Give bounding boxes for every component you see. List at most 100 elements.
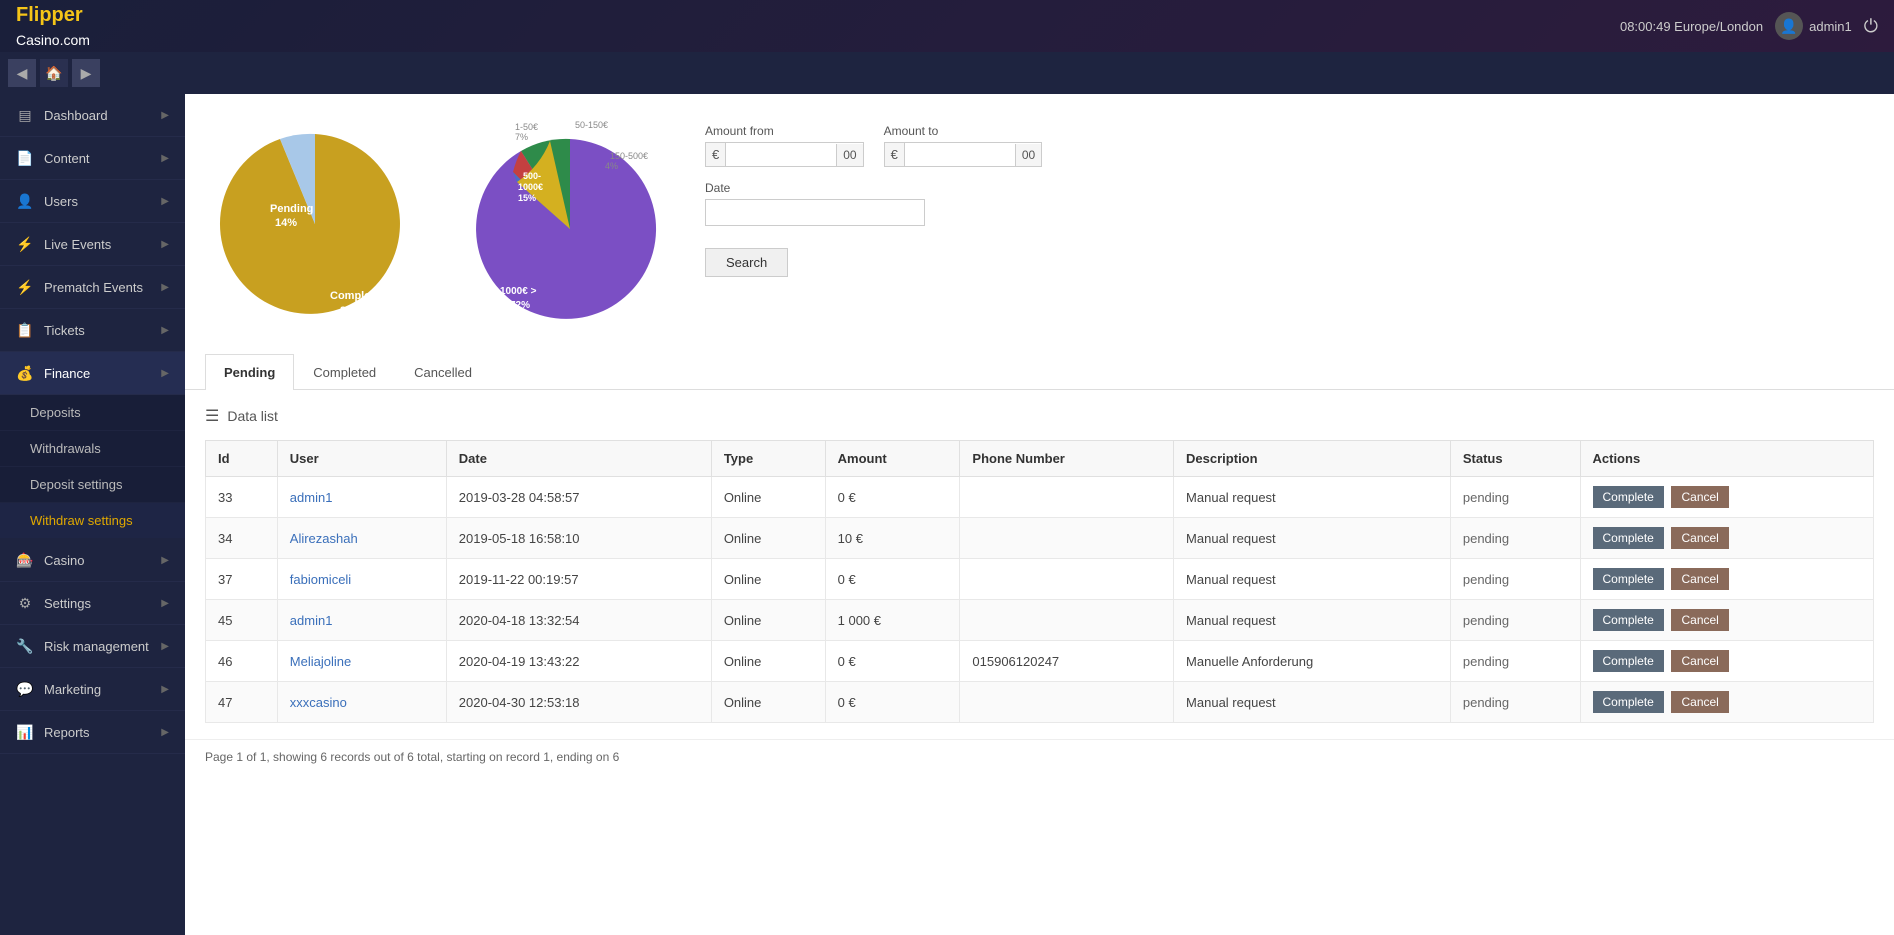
sidebar-item-dashboard[interactable]: ▤ Dashboard ▶ <box>0 94 185 137</box>
cell-date: 2020-04-18 13:32:54 <box>446 600 711 641</box>
logo-text: Flipper Casino.com <box>16 2 90 50</box>
logout-icon[interactable]: ⏻ <box>1864 16 1878 37</box>
cell-status: pending <box>1450 641 1580 682</box>
cancel-button[interactable]: Cancel <box>1671 691 1728 713</box>
col-header-status: Status <box>1450 441 1580 477</box>
amount-from-input[interactable] <box>726 143 836 166</box>
sidebar-item-reports[interactable]: 📊 Reports ▶ <box>0 711 185 754</box>
complete-button[interactable]: Complete <box>1593 650 1664 672</box>
cell-amount: 0 € <box>825 559 960 600</box>
amount-to-input[interactable] <box>905 143 1015 166</box>
live-events-icon: ⚡ <box>16 235 34 253</box>
sidebar-label-content: Content <box>44 151 90 166</box>
table-row: 37 fabiomiceli 2019-11-22 00:19:57 Onlin… <box>206 559 1874 600</box>
pagination-bar: Page 1 of 1, showing 6 records out of 6 … <box>185 739 1894 774</box>
sidebar-item-prematch-events[interactable]: ⚡ Prematch Events ▶ <box>0 266 185 309</box>
cell-user: Meliajoline <box>277 641 446 682</box>
svg-text:86%: 86% <box>340 305 362 317</box>
cancel-button[interactable]: Cancel <box>1671 527 1728 549</box>
col-header-description: Description <box>1174 441 1451 477</box>
tab-pending[interactable]: Pending <box>205 354 294 390</box>
nav-collapse-button[interactable]: ◀ <box>8 59 36 87</box>
col-header-type: Type <box>711 441 825 477</box>
users-arrow-icon: ▶ <box>161 196 169 207</box>
cell-amount: 0 € <box>825 477 960 518</box>
nav-home-button[interactable]: 🏠 <box>40 59 68 87</box>
cell-actions: Complete Cancel <box>1580 518 1874 559</box>
cell-id: 47 <box>206 682 278 723</box>
svg-text:1-50€: 1-50€ <box>515 122 538 132</box>
sidebar-item-content[interactable]: 📄 Content ▶ <box>0 137 185 180</box>
complete-button[interactable]: Complete <box>1593 568 1664 590</box>
sidebar-label-casino: Casino <box>44 553 84 568</box>
sidebar-item-finance[interactable]: 💰 Finance ▶ <box>0 352 185 395</box>
sidebar-item-live-events[interactable]: ⚡ Live Events ▶ <box>0 223 185 266</box>
complete-button[interactable]: Complete <box>1593 527 1664 549</box>
search-button[interactable]: Search <box>705 248 788 277</box>
cell-user: admin1 <box>277 477 446 518</box>
filter-form: Amount from € 00 Amount to € <box>705 114 1864 277</box>
amount-from-label: Amount from <box>705 124 864 138</box>
sidebar-submenu-withdrawals[interactable]: Withdrawals <box>0 431 185 467</box>
finance-icon: 💰 <box>16 364 34 382</box>
cancel-button[interactable]: Cancel <box>1671 650 1728 672</box>
cell-description: Manual request <box>1174 559 1451 600</box>
user-link[interactable]: fabiomiceli <box>290 572 351 587</box>
charts-filter-area: Pending 14% Completed 86% <box>185 94 1894 354</box>
submenu-label-deposit-settings: Deposit settings <box>30 477 123 492</box>
content-arrow-icon: ▶ <box>161 153 169 164</box>
sidebar-label-finance: Finance <box>44 366 90 381</box>
cell-phone <box>960 559 1174 600</box>
sidebar-item-tickets[interactable]: 📋 Tickets ▶ <box>0 309 185 352</box>
cell-phone <box>960 600 1174 641</box>
cancel-button[interactable]: Cancel <box>1671 568 1728 590</box>
sidebar-label-live-events: Live Events <box>44 237 111 252</box>
cell-type: Online <box>711 559 825 600</box>
finance-arrow-icon: ▶ <box>161 368 169 379</box>
tab-completed[interactable]: Completed <box>294 354 395 390</box>
user-link[interactable]: Alirezashah <box>290 531 358 546</box>
sidebar-item-marketing[interactable]: 💬 Marketing ▶ <box>0 668 185 711</box>
dashboard-icon: ▤ <box>16 106 34 124</box>
complete-button[interactable]: Complete <box>1593 609 1664 631</box>
user-link[interactable]: xxxcasino <box>290 695 347 710</box>
date-input[interactable] <box>705 199 925 226</box>
sidebar-item-users[interactable]: 👤 Users ▶ <box>0 180 185 223</box>
cancel-button[interactable]: Cancel <box>1671 486 1728 508</box>
svg-text:7%: 7% <box>515 132 528 142</box>
status-badge: pending <box>1463 531 1509 546</box>
cell-id: 34 <box>206 518 278 559</box>
sidebar-submenu-deposits[interactable]: Deposits <box>0 395 185 431</box>
nav-forward-button[interactable]: ▶ <box>72 59 100 87</box>
user-link[interactable]: admin1 <box>290 490 333 505</box>
date-group: Date <box>705 181 1864 226</box>
svg-text:72%: 72% <box>510 300 530 311</box>
status-badge: pending <box>1463 654 1509 669</box>
cell-amount: 0 € <box>825 682 960 723</box>
cell-id: 45 <box>206 600 278 641</box>
user-link[interactable]: Meliajoline <box>290 654 351 669</box>
tab-cancelled[interactable]: Cancelled <box>395 354 491 390</box>
complete-button[interactable]: Complete <box>1593 691 1664 713</box>
cell-status: pending <box>1450 559 1580 600</box>
submenu-label-withdraw-settings: Withdraw settings <box>30 513 133 528</box>
cell-type: Online <box>711 641 825 682</box>
col-header-id: Id <box>206 441 278 477</box>
sidebar-item-settings[interactable]: ⚙ Settings ▶ <box>0 582 185 625</box>
sidebar-submenu-deposit-settings[interactable]: Deposit settings <box>0 467 185 503</box>
user-link[interactable]: admin1 <box>290 613 333 628</box>
cancel-button[interactable]: Cancel <box>1671 609 1728 631</box>
sidebar-item-risk-management[interactable]: 🔧 Risk management ▶ <box>0 625 185 668</box>
cell-id: 33 <box>206 477 278 518</box>
sidebar-label-prematch-events: Prematch Events <box>44 280 143 295</box>
svg-text:150-500€: 150-500€ <box>610 151 648 161</box>
sidebar-item-casino[interactable]: 🎰 Casino ▶ <box>0 539 185 582</box>
sidebar-submenu-withdraw-settings[interactable]: Withdraw settings <box>0 503 185 539</box>
data-section: ☰ Data list Id User Date Type Amount Pho… <box>185 390 1894 739</box>
complete-button[interactable]: Complete <box>1593 486 1664 508</box>
cell-description: Manual request <box>1174 518 1451 559</box>
cell-amount: 10 € <box>825 518 960 559</box>
live-events-arrow-icon: ▶ <box>161 239 169 250</box>
amount-from-cents: 00 <box>836 144 862 166</box>
amount-to-currency: € <box>885 143 905 166</box>
